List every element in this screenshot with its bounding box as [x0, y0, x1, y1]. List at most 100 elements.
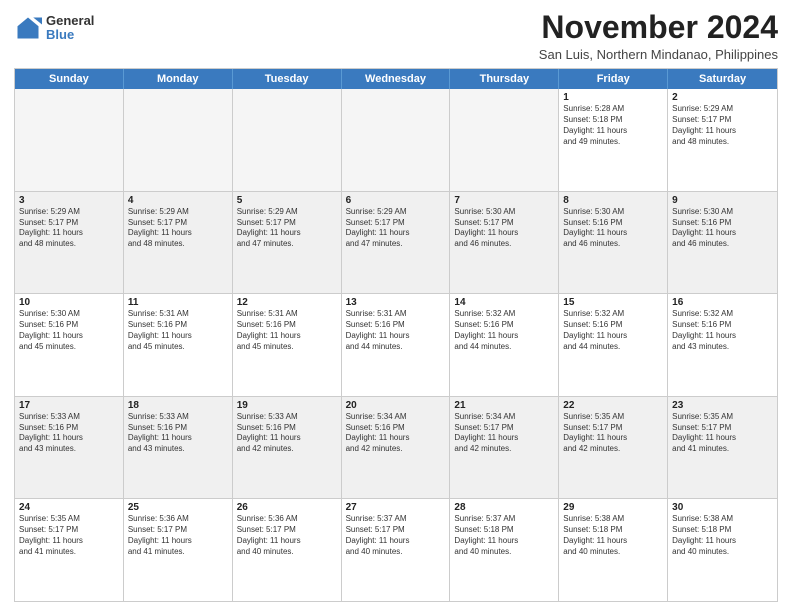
cal-cell: 22Sunrise: 5:35 AM Sunset: 5:17 PM Dayli…	[559, 397, 668, 499]
cal-week-5: 24Sunrise: 5:35 AM Sunset: 5:17 PM Dayli…	[15, 499, 777, 601]
cal-cell: 26Sunrise: 5:36 AM Sunset: 5:17 PM Dayli…	[233, 499, 342, 601]
calendar-header: SundayMondayTuesdayWednesdayThursdayFrid…	[15, 69, 777, 89]
month-title: November 2024	[539, 10, 778, 45]
cal-cell: 17Sunrise: 5:33 AM Sunset: 5:16 PM Dayli…	[15, 397, 124, 499]
day-info: Sunrise: 5:33 AM Sunset: 5:16 PM Dayligh…	[19, 412, 119, 455]
cal-cell: 2Sunrise: 5:29 AM Sunset: 5:17 PM Daylig…	[668, 89, 777, 191]
cal-cell: 20Sunrise: 5:34 AM Sunset: 5:16 PM Dayli…	[342, 397, 451, 499]
cal-week-2: 3 Sunrise: 5:29 AM Sunset: 5:17 PM Daylig…	[15, 192, 777, 295]
day-info: Sunrise: 5:35 AM Sunset: 5:17 PM Dayligh…	[19, 514, 119, 557]
logo-icon	[14, 14, 42, 42]
cal-header-wednesday: Wednesday	[342, 69, 451, 89]
day-info: Sunrise: 5:29 AM Sunset: 5:17 PM Dayligh…	[346, 207, 446, 250]
day-number: 26	[237, 502, 337, 513]
day-info: Sunrise: 5:30 AM Sunset: 5:16 PM Dayligh…	[563, 207, 663, 250]
cal-cell	[342, 89, 451, 191]
cal-header-friday: Friday	[559, 69, 668, 89]
day-number: 3	[19, 195, 119, 206]
day-number: 11	[128, 297, 228, 308]
logo: General Blue	[14, 14, 94, 43]
day-number: 30	[672, 502, 773, 513]
day-number: 16	[672, 297, 773, 308]
day-info: Sunrise: 5:34 AM Sunset: 5:16 PM Dayligh…	[346, 412, 446, 455]
cal-cell: 15Sunrise: 5:32 AM Sunset: 5:16 PM Dayli…	[559, 294, 668, 396]
calendar-body: 1Sunrise: 5:28 AM Sunset: 5:18 PM Daylig…	[15, 89, 777, 601]
day-number: 21	[454, 400, 554, 411]
logo-general-text: General	[46, 14, 94, 28]
day-info: Sunrise: 5:33 AM Sunset: 5:16 PM Dayligh…	[128, 412, 228, 455]
header: General Blue November 2024 San Luis, Nor…	[14, 10, 778, 62]
cal-cell	[450, 89, 559, 191]
page: General Blue November 2024 San Luis, Nor…	[0, 0, 792, 612]
cal-cell: 14Sunrise: 5:32 AM Sunset: 5:16 PM Dayli…	[450, 294, 559, 396]
day-number: 24	[19, 502, 119, 513]
day-info: Sunrise: 5:29 AM Sunset: 5:17 PM Dayligh…	[128, 207, 228, 250]
cal-cell	[233, 89, 342, 191]
cal-cell: 5Sunrise: 5:29 AM Sunset: 5:17 PM Daylig…	[233, 192, 342, 294]
day-info: Sunrise: 5:34 AM Sunset: 5:17 PM Dayligh…	[454, 412, 554, 455]
day-number: 25	[128, 502, 228, 513]
cal-cell	[124, 89, 233, 191]
cal-header-thursday: Thursday	[450, 69, 559, 89]
cal-cell: 16Sunrise: 5:32 AM Sunset: 5:16 PM Dayli…	[668, 294, 777, 396]
day-info: Sunrise: 5:36 AM Sunset: 5:17 PM Dayligh…	[237, 514, 337, 557]
cal-cell: 19Sunrise: 5:33 AM Sunset: 5:16 PM Dayli…	[233, 397, 342, 499]
cal-cell: 23Sunrise: 5:35 AM Sunset: 5:17 PM Dayli…	[668, 397, 777, 499]
cal-cell: 3Sunrise: 5:29 AM Sunset: 5:17 PM Daylig…	[15, 192, 124, 294]
day-info: Sunrise: 5:32 AM Sunset: 5:16 PM Dayligh…	[563, 309, 663, 352]
day-info: Sunrise: 5:30 AM Sunset: 5:16 PM Dayligh…	[672, 207, 773, 250]
cal-cell: 13Sunrise: 5:31 AM Sunset: 5:16 PM Dayli…	[342, 294, 451, 396]
day-info: Sunrise: 5:33 AM Sunset: 5:16 PM Dayligh…	[237, 412, 337, 455]
day-number: 15	[563, 297, 663, 308]
day-number: 14	[454, 297, 554, 308]
cal-cell: 4Sunrise: 5:29 AM Sunset: 5:17 PM Daylig…	[124, 192, 233, 294]
day-number: 18	[128, 400, 228, 411]
cal-cell: 25Sunrise: 5:36 AM Sunset: 5:17 PM Dayli…	[124, 499, 233, 601]
cal-header-saturday: Saturday	[668, 69, 777, 89]
day-number: 28	[454, 502, 554, 513]
day-info: Sunrise: 5:30 AM Sunset: 5:16 PM Dayligh…	[19, 309, 119, 352]
cal-cell: 7Sunrise: 5:30 AM Sunset: 5:17 PM Daylig…	[450, 192, 559, 294]
cal-cell: 11Sunrise: 5:31 AM Sunset: 5:16 PM Dayli…	[124, 294, 233, 396]
day-number: 7	[454, 195, 554, 206]
day-number: 6	[346, 195, 446, 206]
cal-cell: 1Sunrise: 5:28 AM Sunset: 5:18 PM Daylig…	[559, 89, 668, 191]
cal-cell: 8Sunrise: 5:30 AM Sunset: 5:16 PM Daylig…	[559, 192, 668, 294]
day-info: Sunrise: 5:37 AM Sunset: 5:18 PM Dayligh…	[454, 514, 554, 557]
day-info: Sunrise: 5:31 AM Sunset: 5:16 PM Dayligh…	[346, 309, 446, 352]
day-number: 23	[672, 400, 773, 411]
day-number: 13	[346, 297, 446, 308]
logo-text: General Blue	[46, 14, 94, 43]
day-number: 27	[346, 502, 446, 513]
day-number: 1	[563, 92, 663, 103]
cal-cell: 12Sunrise: 5:31 AM Sunset: 5:16 PM Dayli…	[233, 294, 342, 396]
day-info: Sunrise: 5:36 AM Sunset: 5:17 PM Dayligh…	[128, 514, 228, 557]
day-number: 2	[672, 92, 773, 103]
cal-cell: 27Sunrise: 5:37 AM Sunset: 5:17 PM Dayli…	[342, 499, 451, 601]
cal-cell: 29Sunrise: 5:38 AM Sunset: 5:18 PM Dayli…	[559, 499, 668, 601]
cal-cell: 6Sunrise: 5:29 AM Sunset: 5:17 PM Daylig…	[342, 192, 451, 294]
day-number: 19	[237, 400, 337, 411]
cal-header-tuesday: Tuesday	[233, 69, 342, 89]
cal-cell: 18Sunrise: 5:33 AM Sunset: 5:16 PM Dayli…	[124, 397, 233, 499]
cal-cell: 28Sunrise: 5:37 AM Sunset: 5:18 PM Dayli…	[450, 499, 559, 601]
day-number: 9	[672, 195, 773, 206]
cal-header-monday: Monday	[124, 69, 233, 89]
day-info: Sunrise: 5:28 AM Sunset: 5:18 PM Dayligh…	[563, 104, 663, 147]
cal-cell: 9Sunrise: 5:30 AM Sunset: 5:16 PM Daylig…	[668, 192, 777, 294]
cal-cell	[15, 89, 124, 191]
day-number: 22	[563, 400, 663, 411]
day-info: Sunrise: 5:32 AM Sunset: 5:16 PM Dayligh…	[454, 309, 554, 352]
cal-cell: 21Sunrise: 5:34 AM Sunset: 5:17 PM Dayli…	[450, 397, 559, 499]
cal-week-4: 17Sunrise: 5:33 AM Sunset: 5:16 PM Dayli…	[15, 397, 777, 500]
day-info: Sunrise: 5:38 AM Sunset: 5:18 PM Dayligh…	[563, 514, 663, 557]
day-number: 20	[346, 400, 446, 411]
day-number: 12	[237, 297, 337, 308]
day-info: Sunrise: 5:32 AM Sunset: 5:16 PM Dayligh…	[672, 309, 773, 352]
calendar: SundayMondayTuesdayWednesdayThursdayFrid…	[14, 68, 778, 602]
day-info: Sunrise: 5:37 AM Sunset: 5:17 PM Dayligh…	[346, 514, 446, 557]
day-number: 10	[19, 297, 119, 308]
day-info: Sunrise: 5:30 AM Sunset: 5:17 PM Dayligh…	[454, 207, 554, 250]
day-info: Sunrise: 5:29 AM Sunset: 5:17 PM Dayligh…	[237, 207, 337, 250]
day-info: Sunrise: 5:35 AM Sunset: 5:17 PM Dayligh…	[563, 412, 663, 455]
